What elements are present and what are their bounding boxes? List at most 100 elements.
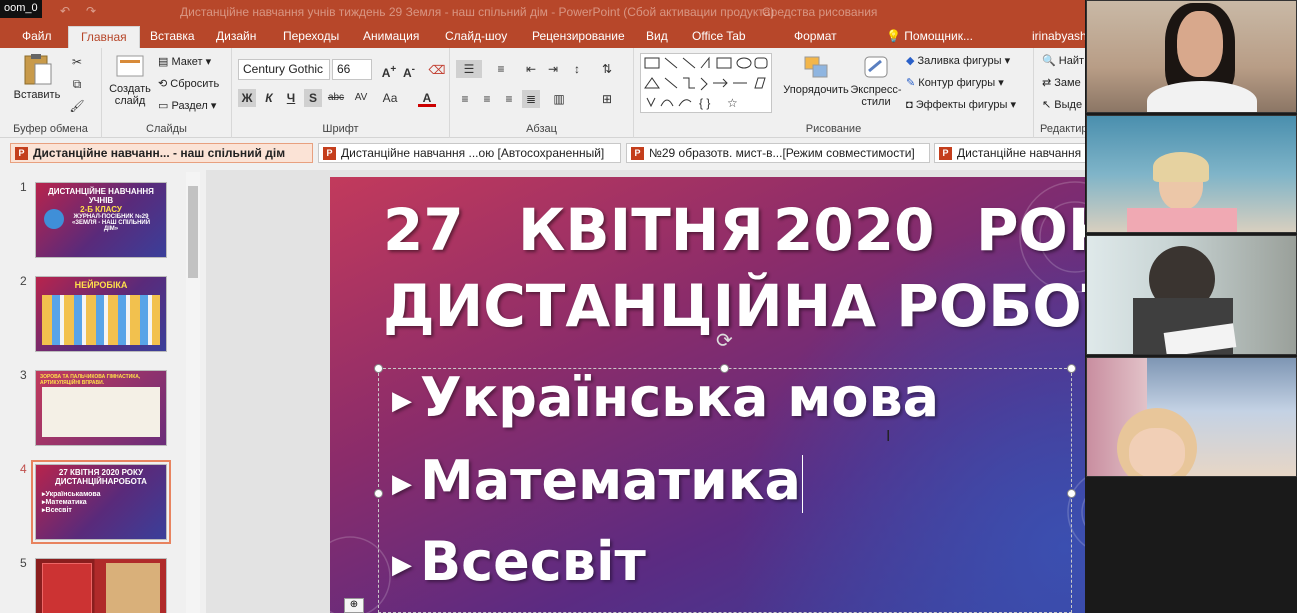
resize-handle[interactable] xyxy=(374,364,383,373)
bullet-item-3[interactable]: ▶ Всесвіт xyxy=(392,530,646,593)
increase-indent-icon[interactable]: ⇥ xyxy=(544,60,562,78)
align-right-icon[interactable]: ≡ xyxy=(500,90,518,108)
thumb-title: ДИСТАНЦІЙНЕ НАВЧАННЯ УЧНІВ xyxy=(48,187,154,205)
undo-icon[interactable]: ↶ xyxy=(60,4,74,18)
thumb-number: 1 xyxy=(20,180,27,194)
participant-video-4[interactable] xyxy=(1086,357,1297,477)
cut-icon[interactable]: ✂ xyxy=(68,53,86,71)
participant-video-3[interactable] xyxy=(1086,235,1297,355)
paste-button[interactable]: Вставить xyxy=(12,52,62,101)
align-center-icon[interactable]: ≡ xyxy=(478,90,496,108)
account-name[interactable]: irinabyashl xyxy=(1032,29,1089,43)
thumbnails-scrollbar[interactable] xyxy=(186,172,200,613)
smartart-icon[interactable]: ⊞ xyxy=(598,90,616,108)
clear-format-icon[interactable]: ⌫ xyxy=(428,61,446,79)
columns-icon[interactable]: ▥ xyxy=(550,90,568,108)
font-size-select[interactable]: 66 xyxy=(332,59,372,80)
resize-handle[interactable] xyxy=(1067,489,1076,498)
justify-icon[interactable]: ≣ xyxy=(522,90,540,108)
numbering-icon[interactable]: ≡ xyxy=(488,60,514,78)
shape-outline-button[interactable]: ✎ Контур фигуры ▾ xyxy=(906,76,1004,89)
tab-home[interactable]: Главная xyxy=(68,26,140,48)
slide-thumbnail-1[interactable]: ДИСТАНЦІЙНЕ НАВЧАННЯ УЧНІВ 2-Б КЛАСУ ЖУР… xyxy=(35,182,167,258)
shapes-gallery[interactable]: { } ☆ xyxy=(640,53,772,113)
line-spacing-icon[interactable]: ↕ xyxy=(568,60,586,78)
effects-icon: ◘ xyxy=(906,99,913,111)
redo-icon[interactable]: ↷ xyxy=(86,4,100,18)
replace-button[interactable]: ⇄ Заме xyxy=(1042,76,1081,89)
doc-tab-3[interactable]: P №29 образотв. мист-в...[Режим совместим… xyxy=(626,143,930,163)
participant-body xyxy=(1127,208,1237,232)
select-button[interactable]: ↖ Выде xyxy=(1042,98,1082,111)
layout-options-icon[interactable]: ⊕ xyxy=(344,598,364,613)
bold-button[interactable]: Ж xyxy=(238,89,256,107)
tell-me-assistant[interactable]: 💡 Помощник... xyxy=(886,29,973,43)
tab-review[interactable]: Рецензирование xyxy=(532,29,625,43)
decrease-font-icon[interactable]: A- xyxy=(400,61,418,80)
underline-button[interactable]: Ч xyxy=(282,89,300,107)
slide-thumbnail-2[interactable]: НЕЙРОБІКА xyxy=(35,276,167,352)
reset-button[interactable]: ⟲ Сбросить xyxy=(158,77,219,90)
section-button[interactable]: ▭ Раздел ▾ xyxy=(158,99,216,112)
shadow-button[interactable]: S xyxy=(304,89,322,107)
quick-styles-button[interactable]: Экспресс- стили xyxy=(846,53,906,108)
find-button[interactable]: 🔍 Найт xyxy=(1042,54,1084,67)
slide-thumbnail-5[interactable] xyxy=(35,558,167,613)
tab-insert[interactable]: Вставка xyxy=(150,29,195,43)
thumb-item: ▸Українськамова xyxy=(42,491,101,498)
group-font: Century Gothic 66 A+ A- ⌫ Ж К Ч S abc AV… xyxy=(232,48,450,138)
strikethrough-button[interactable]: abc xyxy=(326,89,346,107)
increase-font-icon[interactable]: A+ xyxy=(380,61,398,80)
format-painter-icon[interactable]: 🖌 xyxy=(68,97,86,115)
exercises-image xyxy=(42,387,160,437)
participant-video-2[interactable] xyxy=(1086,115,1297,233)
doc-tab-1[interactable]: P Дистанційне навчанн... - наш спільний д… xyxy=(10,143,313,163)
svg-text:☆: ☆ xyxy=(727,96,738,110)
new-slide-button[interactable]: Создать слайд xyxy=(108,52,152,107)
bullet-arrow-icon: ▶ xyxy=(392,550,412,581)
tab-design[interactable]: Дизайн xyxy=(216,29,256,43)
change-case-button[interactable]: Аа xyxy=(378,89,402,107)
bullet-item-2[interactable]: ▶ Математика xyxy=(392,449,803,514)
tab-format[interactable]: Формат xyxy=(794,29,837,43)
scrollbar-thumb[interactable] xyxy=(188,186,198,278)
pen-icon: ✎ xyxy=(906,77,916,89)
bullet-item-1[interactable]: ▶ Українська мова xyxy=(392,366,939,429)
shape-fill-button[interactable]: ◆ Заливка фигуры ▾ xyxy=(906,54,1010,67)
tab-office-tab[interactable]: Office Tab xyxy=(692,29,746,43)
char-spacing-button[interactable]: AV xyxy=(350,89,372,107)
select-label: Выде xyxy=(1054,99,1083,111)
rotate-handle-icon[interactable]: ⟳ xyxy=(716,328,733,353)
participant-face xyxy=(1129,428,1185,476)
tab-file[interactable]: Файл xyxy=(22,29,52,43)
doc-tab-4[interactable]: P Дистанційне навчання xyxy=(934,143,1097,163)
doc-tab-2[interactable]: P Дистанційне навчання ...ою [Автосохране… xyxy=(318,143,621,163)
decrease-indent-icon[interactable]: ⇤ xyxy=(522,60,540,78)
text-direction-icon[interactable]: ⇅ xyxy=(598,60,616,78)
font-family-select[interactable]: Century Gothic xyxy=(238,59,330,80)
thumb-title: НЕЙРОБІКА xyxy=(74,280,128,290)
italic-button[interactable]: К xyxy=(260,89,278,107)
doc-tab-label: Дистанційне навчанн... - наш спільний ді… xyxy=(33,146,286,160)
layout-button[interactable]: ▤ Макет ▾ xyxy=(158,55,211,68)
bullets-icon[interactable]: ☰ xyxy=(456,60,482,78)
shape-effects-button[interactable]: ◘ Эффекты фигуры ▾ xyxy=(906,98,1016,111)
thumb-item: ▸Всесвіт xyxy=(42,507,72,514)
reset-label: Сбросить xyxy=(170,78,220,90)
participant-video-1[interactable] xyxy=(1086,0,1297,113)
resize-handle[interactable] xyxy=(374,489,383,498)
align-left-icon[interactable]: ≡ xyxy=(456,90,474,108)
tab-animation[interactable]: Анимация xyxy=(363,29,419,43)
lightbulb-icon: 💡 xyxy=(886,29,901,43)
slide-thumbnail-4[interactable]: 27 КВІТНЯ 2020 РОКУ ДИСТАНЦІЙНАРОБОТА ▸У… xyxy=(31,460,171,544)
tab-view[interactable]: Вид xyxy=(646,29,668,43)
resize-handle[interactable] xyxy=(1067,364,1076,373)
doc-tab-label: №29 образотв. мист-в...[Режим совместимо… xyxy=(649,146,915,160)
font-color-button[interactable]: A xyxy=(418,89,436,107)
slide-thumbnail-3[interactable]: ЗОРОВА ТА ПАЛЬЧИКОВА ГІМНАСТИКА, АРТИКУЛ… xyxy=(35,370,167,446)
context-tab-label: Средства рисования xyxy=(762,5,878,19)
tab-slideshow[interactable]: Слайд-шоу xyxy=(445,29,507,43)
copy-icon[interactable]: ⧉ xyxy=(68,75,86,93)
tab-transitions[interactable]: Переходы xyxy=(283,29,339,43)
new-slide-label: Создать xyxy=(109,83,151,95)
